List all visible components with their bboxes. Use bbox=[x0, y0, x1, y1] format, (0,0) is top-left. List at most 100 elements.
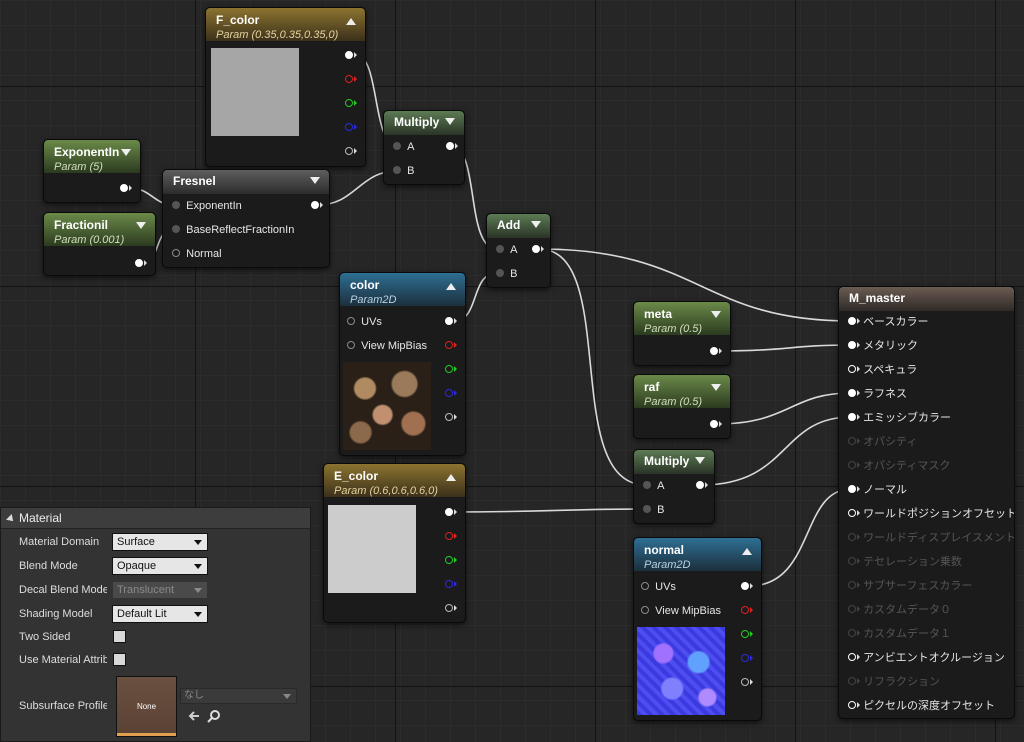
output-pin-rgb[interactable] bbox=[445, 317, 453, 326]
node-m-master[interactable]: M_master ベースカラー メタリック スペキュラ ラフネス エミッシブカラ… bbox=[838, 286, 1015, 719]
shading-model-dropdown[interactable]: Default Lit bbox=[112, 605, 208, 623]
output-pin[interactable] bbox=[135, 259, 143, 268]
expand-icon[interactable] bbox=[310, 177, 320, 184]
input-pin-tessellation[interactable] bbox=[848, 557, 856, 566]
blend-mode-dropdown[interactable]: Opaque bbox=[112, 557, 208, 575]
expand-icon[interactable] bbox=[121, 149, 131, 156]
input-pin-normal[interactable] bbox=[848, 485, 856, 494]
node-normal-texture[interactable]: normal Param2D UVs View MipBias bbox=[633, 537, 762, 721]
output-pin-g[interactable] bbox=[445, 365, 453, 374]
decal-blend-mode-dropdown[interactable]: Translucent bbox=[112, 581, 208, 599]
input-pin[interactable] bbox=[172, 201, 180, 210]
input-pin-custom-data-1[interactable] bbox=[848, 629, 856, 638]
input-pin-a[interactable] bbox=[496, 245, 504, 254]
expand-icon[interactable] bbox=[445, 118, 455, 125]
output-pin[interactable] bbox=[532, 245, 540, 254]
expand-icon[interactable] bbox=[711, 311, 721, 318]
input-pin-opacity[interactable] bbox=[848, 437, 856, 446]
input-pin-mipbias[interactable] bbox=[641, 606, 649, 615]
pin-label: オパシティマスク bbox=[863, 460, 951, 472]
output-pin-b[interactable] bbox=[445, 580, 453, 589]
output-pin-a[interactable] bbox=[445, 413, 453, 422]
output-pin-b[interactable] bbox=[345, 123, 353, 132]
input-pin[interactable] bbox=[172, 225, 180, 234]
node-fraction-il[interactable]: Fractionil Param (0.001) bbox=[43, 212, 156, 276]
input-pin[interactable] bbox=[172, 249, 180, 258]
input-pin-opacity-mask[interactable] bbox=[848, 461, 856, 470]
node-subtitle: Param (0.35,0.35,0.35,0) bbox=[216, 29, 339, 41]
input-pin-emissive[interactable] bbox=[848, 413, 856, 422]
input-pin-b[interactable] bbox=[643, 505, 651, 514]
expand-icon[interactable] bbox=[531, 221, 541, 228]
material-section-header[interactable]: Material bbox=[1, 508, 310, 529]
output-pin-rgb[interactable] bbox=[741, 582, 749, 591]
subsurface-profile-combo[interactable]: なし bbox=[180, 688, 297, 704]
output-pin-g[interactable] bbox=[741, 630, 749, 639]
output-pin-a[interactable] bbox=[345, 147, 353, 156]
output-pin-g[interactable] bbox=[445, 556, 453, 565]
node-title: E_color bbox=[334, 469, 379, 483]
material-domain-dropdown[interactable]: Surface bbox=[112, 533, 208, 551]
browse-magnifier-icon[interactable] bbox=[207, 709, 221, 723]
node-color-texture[interactable]: color Param2D UVs View MipBias bbox=[339, 272, 466, 456]
input-pin-specular[interactable] bbox=[848, 365, 856, 374]
collapse-icon[interactable] bbox=[446, 474, 456, 481]
output-pin[interactable] bbox=[446, 142, 454, 151]
expand-icon[interactable] bbox=[695, 457, 705, 464]
expand-icon[interactable] bbox=[711, 384, 721, 391]
use-material-attributes-checkbox[interactable] bbox=[113, 653, 126, 666]
output-pin-r[interactable] bbox=[741, 606, 749, 615]
input-pin-a[interactable] bbox=[643, 481, 651, 490]
input-pin-uvs[interactable] bbox=[641, 582, 649, 591]
node-add[interactable]: Add A B bbox=[486, 213, 551, 288]
collapse-icon[interactable] bbox=[346, 18, 356, 25]
expand-icon[interactable] bbox=[136, 222, 146, 229]
output-pin[interactable] bbox=[710, 347, 718, 356]
output-pin-b[interactable] bbox=[445, 389, 453, 398]
output-pin[interactable] bbox=[311, 201, 319, 210]
subsurface-profile-thumbnail[interactable]: None bbox=[116, 676, 177, 737]
input-pin-metallic[interactable] bbox=[848, 341, 856, 350]
node-multiply-1[interactable]: Multiply A B bbox=[383, 110, 465, 185]
input-pin-roughness[interactable] bbox=[848, 389, 856, 398]
node-e-color[interactable]: E_color Param (0.6,0.6,0.6,0) bbox=[323, 463, 466, 623]
output-pin-r[interactable] bbox=[445, 532, 453, 541]
two-sided-checkbox[interactable] bbox=[113, 630, 126, 643]
node-fresnel[interactable]: Fresnel ExponentIn BaseReflectFractionIn… bbox=[162, 169, 330, 268]
node-f-color[interactable]: F_color Param (0.35,0.35,0.35,0) bbox=[205, 7, 366, 167]
input-pin-b[interactable] bbox=[393, 166, 401, 175]
input-pin-refraction[interactable] bbox=[848, 677, 856, 686]
use-selected-arrow-icon[interactable] bbox=[187, 709, 201, 723]
output-pin-r[interactable] bbox=[445, 341, 453, 350]
input-pin-a[interactable] bbox=[393, 142, 401, 151]
output-pin-rgb[interactable] bbox=[445, 508, 453, 517]
input-pin-custom-data-0[interactable] bbox=[848, 605, 856, 614]
node-exponent-in[interactable]: ExponentIn Param (5) bbox=[43, 139, 141, 203]
collapse-icon[interactable] bbox=[446, 283, 456, 290]
node-title: F_color bbox=[216, 13, 260, 27]
output-pin-g[interactable] bbox=[345, 99, 353, 108]
input-pin-world-position-offset[interactable] bbox=[848, 509, 856, 518]
input-pin-ambient-occlusion[interactable] bbox=[848, 653, 856, 662]
collapse-icon[interactable] bbox=[742, 548, 752, 555]
input-pin-world-displacement[interactable] bbox=[848, 533, 856, 542]
output-pin[interactable] bbox=[696, 481, 704, 490]
node-multiply-2[interactable]: Multiply A B bbox=[633, 449, 715, 524]
input-pin-base-color[interactable] bbox=[848, 317, 856, 326]
output-pin[interactable] bbox=[710, 420, 718, 429]
output-pin[interactable] bbox=[120, 184, 128, 193]
node-meta[interactable]: meta Param (0.5) bbox=[633, 301, 731, 366]
output-pin-a[interactable] bbox=[741, 678, 749, 687]
texture-preview bbox=[343, 362, 431, 450]
input-pin-uvs[interactable] bbox=[347, 317, 355, 326]
input-pin-pixel-depth-offset[interactable] bbox=[848, 701, 856, 710]
input-pin-subsurface-color[interactable] bbox=[848, 581, 856, 590]
output-pin-a[interactable] bbox=[445, 604, 453, 613]
output-pin-r[interactable] bbox=[345, 75, 353, 84]
input-pin-mipbias[interactable] bbox=[347, 341, 355, 350]
node-raf[interactable]: raf Param (0.5) bbox=[633, 374, 731, 439]
input-pin-b[interactable] bbox=[496, 269, 504, 278]
property-label: Subsurface Profile bbox=[19, 700, 107, 712]
output-pin-b[interactable] bbox=[741, 654, 749, 663]
output-pin-rgb[interactable] bbox=[345, 51, 353, 60]
